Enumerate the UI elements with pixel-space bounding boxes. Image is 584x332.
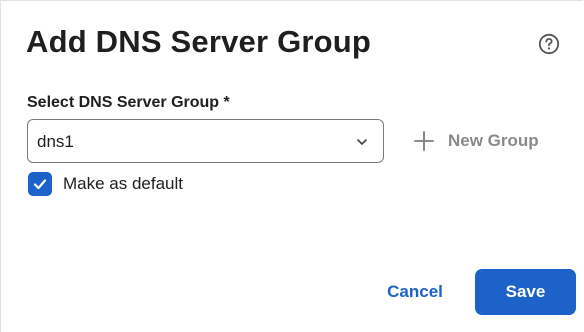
- plus-icon: [414, 131, 434, 151]
- chevron-down-icon: [357, 139, 367, 145]
- save-button[interactable]: Save: [475, 269, 576, 315]
- new-group-button[interactable]: New Group: [413, 127, 539, 155]
- make-default-label: Make as default: [63, 174, 184, 193]
- make-default-row: Make as default: [28, 171, 183, 197]
- add-dns-server-group-dialog: Add DNS Server Group Select DNS Server G…: [0, 0, 583, 332]
- select-dns-server-group-label: Select DNS Server Group *: [27, 94, 230, 111]
- make-default-checkbox[interactable]: [28, 172, 52, 196]
- dialog-title: Add DNS Server Group: [26, 24, 372, 59]
- help-icon[interactable]: [538, 33, 560, 55]
- checkmark-icon: [33, 179, 47, 190]
- new-group-label: New Group: [448, 131, 539, 150]
- cancel-button[interactable]: Cancel: [371, 270, 459, 314]
- dns-server-group-select[interactable]: dns1: [27, 119, 384, 163]
- select-value: dns1: [37, 132, 74, 151]
